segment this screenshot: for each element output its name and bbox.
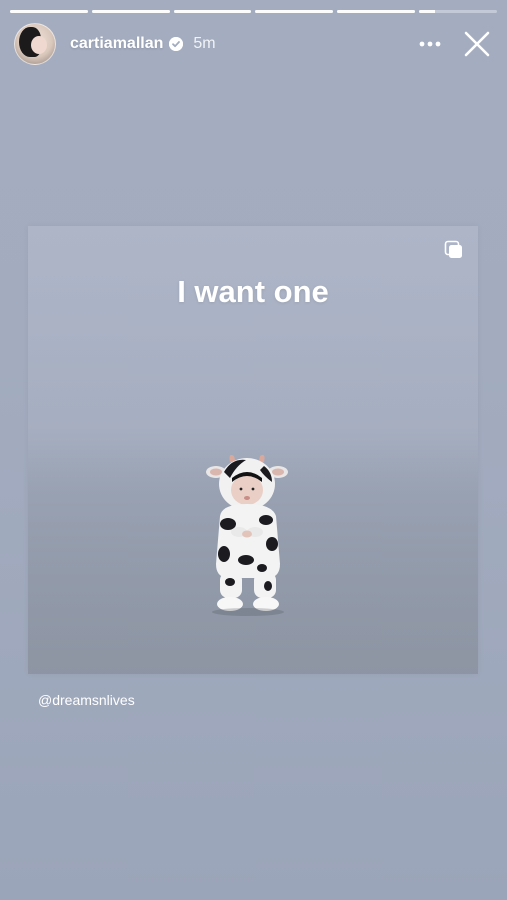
- story-progress-segment: [255, 10, 334, 13]
- multiple-posts-icon: [444, 240, 464, 260]
- story-progress-segment: [419, 10, 497, 13]
- more-horizontal-icon[interactable]: [415, 29, 445, 59]
- story-progress-segment: [91, 10, 170, 13]
- mention-tag[interactable]: @dreamsnlives: [38, 692, 135, 708]
- baby-cow-costume-image: [206, 452, 290, 618]
- story-progress-segment: [337, 10, 416, 13]
- story-viewer[interactable]: cartiamallan 5m I want one @dreamsnlives: [0, 0, 507, 900]
- post-time: 5m: [193, 35, 216, 52]
- user-avatar[interactable]: [14, 23, 56, 65]
- story-progress-segment: [10, 10, 88, 13]
- username[interactable]: cartiamallan: [70, 35, 163, 53]
- post-caption: I want one: [177, 274, 329, 309]
- verified-badge-icon: [169, 37, 184, 51]
- shared-post[interactable]: I want one: [28, 226, 478, 674]
- story-progress-bar: [10, 10, 497, 13]
- story-progress-segment: [173, 10, 252, 13]
- story-header: cartiamallan 5m: [14, 23, 493, 65]
- close-icon[interactable]: [461, 28, 493, 60]
